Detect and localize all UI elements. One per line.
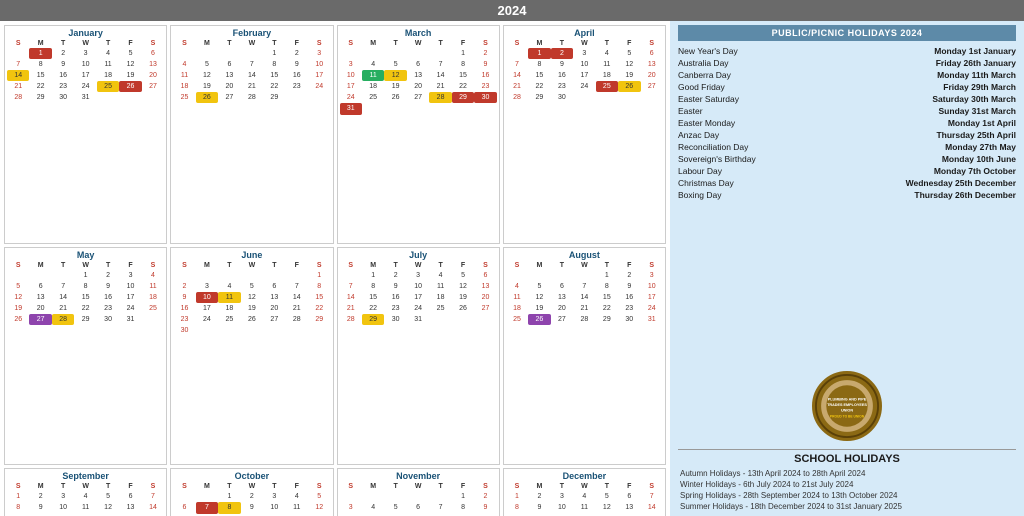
holiday-row: New Year's DayMonday 1st January xyxy=(678,45,1016,57)
school-holidays-section: SCHOOL HOLIDAYS Autumn Holidays - 13th A… xyxy=(678,449,1016,512)
school-holiday-item: Spring Holidays - 28th September 2024 to… xyxy=(678,490,1016,501)
month-block-january: JanuarySMTWTFS12345678910111213141516171… xyxy=(4,25,167,244)
school-holiday-item: Autumn Holidays - 13th April 2024 to 28t… xyxy=(678,468,1016,479)
school-holidays-list: Autumn Holidays - 13th April 2024 to 28t… xyxy=(678,468,1016,512)
holiday-row: Boxing DayThursday 26th December xyxy=(678,189,1016,201)
union-logo: PLUMBING AND PIPE TRADES EMPLOYEES UNION… xyxy=(812,371,882,441)
calendars-grid: JanuarySMTWTFS12345678910111213141516171… xyxy=(0,21,670,516)
svg-text:PLUMBING AND PIPE: PLUMBING AND PIPE xyxy=(828,397,867,401)
holiday-row: Christmas DayWednesday 25th December xyxy=(678,177,1016,189)
month-block-october: OctoberSMTWTFS12345678910111213141516171… xyxy=(170,468,333,516)
holidays-panel: PUBLIC/PICNIC HOLIDAYS 2024 New Year's D… xyxy=(670,21,1024,516)
holiday-row: Reconciliation DayMonday 27th May xyxy=(678,141,1016,153)
school-holiday-item: Winter Holidays - 6th July 2024 to 21st … xyxy=(678,479,1016,490)
month-block-june: JuneSMTWTFS12345678910111213141516171819… xyxy=(170,247,333,466)
month-block-march: MarchSMTWTFS1234567891011121314151617181… xyxy=(337,25,500,244)
holidays-panel-title: PUBLIC/PICNIC HOLIDAYS 2024 xyxy=(678,25,1016,41)
school-holidays-title: SCHOOL HOLIDAYS xyxy=(678,450,1016,468)
holiday-row: Anzac DayThursday 25th April xyxy=(678,129,1016,141)
holiday-row: Canberra DayMonday 11th March xyxy=(678,69,1016,81)
holidays-list: New Year's DayMonday 1st JanuaryAustrali… xyxy=(678,45,1016,363)
logo-area: PLUMBING AND PIPE TRADES EMPLOYEES UNION… xyxy=(678,367,1016,445)
holiday-row: Easter SaturdaySaturday 30th March xyxy=(678,93,1016,105)
holiday-row: Easter MondayMonday 1st April xyxy=(678,117,1016,129)
month-block-september: SeptemberSMTWTFS123456789101112131415161… xyxy=(4,468,167,516)
svg-text:UNION: UNION xyxy=(841,409,853,413)
school-holiday-item: Summer Holidays - 18th December 2024 to … xyxy=(678,501,1016,512)
month-block-april: AprilSMTWTFS1234567891011121314151617181… xyxy=(503,25,666,244)
month-block-july: JulySMTWTFS12345678910111213141516171819… xyxy=(337,247,500,466)
svg-text:PROUD TO BE UNION: PROUD TO BE UNION xyxy=(830,414,865,418)
month-block-december: DecemberSMTWTFS1234567891011121314151617… xyxy=(503,468,666,516)
holiday-row: Labour DayMonday 7th October xyxy=(678,165,1016,177)
month-block-february: FebruarySMTWTFS1234567891011121314151617… xyxy=(170,25,333,244)
holiday-row: Good FridayFriday 29th March xyxy=(678,81,1016,93)
holiday-row: EasterSunday 31st March xyxy=(678,105,1016,117)
month-block-may: MaySMTWTFS123456789101112131415161718192… xyxy=(4,247,167,466)
month-block-november: NovemberSMTWTFS1234567891011121314151617… xyxy=(337,468,500,516)
year-bar: 2024 xyxy=(0,0,1024,21)
holiday-row: Sovereign's BirthdayMonday 10th June xyxy=(678,153,1016,165)
holiday-row: Australia DayFriday 26th January xyxy=(678,57,1016,69)
month-block-august: AugustSMTWTFS123456789101112131415161718… xyxy=(503,247,666,466)
svg-text:TRADES EMPLOYEES: TRADES EMPLOYEES xyxy=(827,403,867,407)
